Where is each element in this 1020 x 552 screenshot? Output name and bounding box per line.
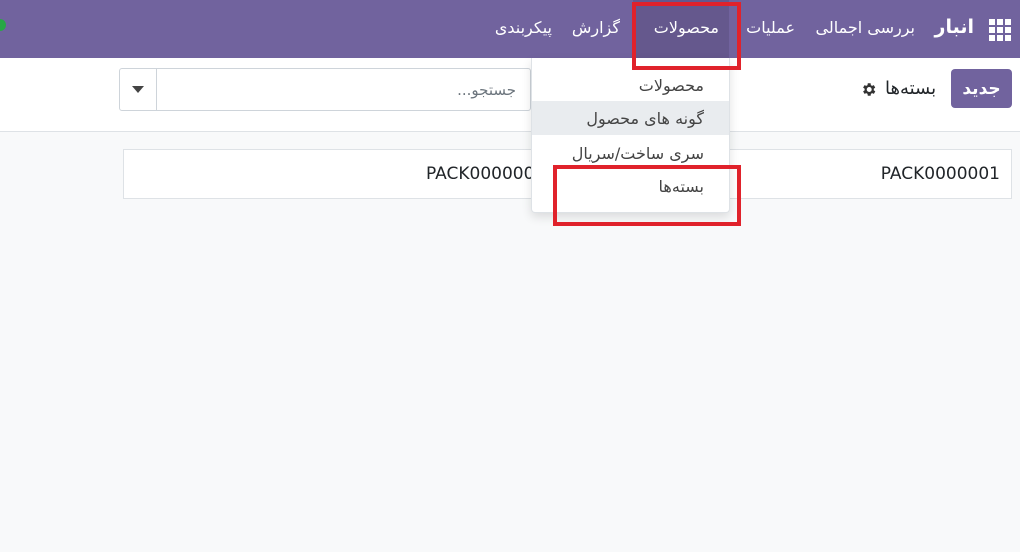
package-name: PACK0000001 (880, 164, 1000, 184)
annotation-highlight-products-menu (632, 2, 741, 70)
package-card[interactable]: PACK0000001 (720, 149, 1012, 199)
menu-overview[interactable]: بررسی اجمالی (815, 18, 915, 37)
new-button[interactable]: جدید (951, 69, 1012, 108)
search-input[interactable] (158, 69, 528, 110)
dropdown-item-products[interactable]: محصولات (532, 68, 729, 102)
app-brand[interactable]: انبار (935, 16, 974, 38)
menu-operations[interactable]: عملیات (746, 18, 795, 37)
annotation-highlight-packages-item (553, 165, 741, 226)
caret-down-icon (132, 86, 144, 93)
top-navbar: انبار بررسی اجمالی عملیات محصولات گزارش … (0, 0, 1020, 58)
package-name: PACK0000002 (426, 164, 543, 184)
gear-icon[interactable] (860, 81, 877, 98)
dropdown-item-product-variants[interactable]: گونه های محصول (532, 101, 729, 135)
breadcrumb: بسته‌ها (885, 78, 937, 99)
search-options-toggle[interactable] (120, 69, 157, 110)
search-box (119, 68, 531, 111)
menu-reporting[interactable]: گزارش (572, 18, 620, 37)
online-status-dot (0, 19, 6, 31)
menu-configuration[interactable]: پیکربندی (495, 18, 552, 37)
apps-grid-icon[interactable] (989, 19, 1011, 41)
package-card[interactable]: PACK0000002 (123, 149, 543, 199)
control-panel: جدید بسته‌ها (0, 58, 1020, 132)
